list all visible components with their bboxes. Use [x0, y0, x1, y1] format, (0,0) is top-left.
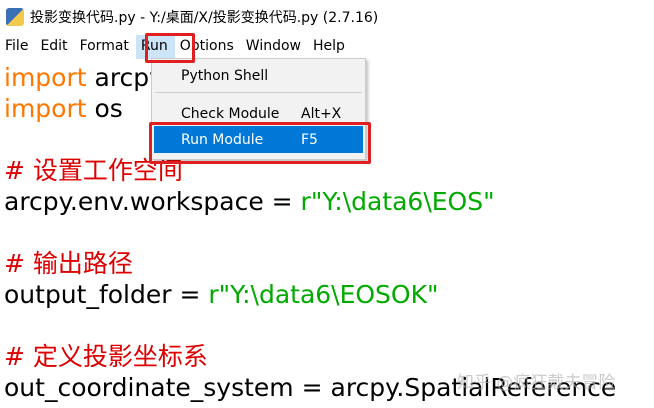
code-text: arcpy.env.workspace =	[4, 187, 301, 216]
string: r"Y:\data6\EOS"	[300, 187, 495, 216]
string: r"Y:\data6\EOSOK"	[208, 280, 439, 309]
menu-help[interactable]: Help	[308, 35, 352, 59]
window-title: 投影变换代码.py - Y:/桌面/X/投影变换代码.py (2.7.16)	[30, 10, 379, 26]
menu-window[interactable]: Window	[241, 35, 308, 59]
menu-format[interactable]: Format	[75, 35, 136, 59]
menu-item-shortcut: Alt+X	[301, 105, 342, 122]
code-text: output_folder =	[4, 280, 209, 309]
menu-separator	[155, 92, 362, 93]
menu-item-python-shell[interactable]: Python Shell	[154, 62, 363, 89]
python-file-icon	[6, 8, 24, 26]
menu-edit[interactable]: Edit	[35, 35, 74, 59]
comment: # 输出路径	[4, 249, 133, 278]
keyword: import	[4, 63, 87, 92]
highlight-box-run-module	[149, 122, 371, 164]
comment: # 定义投影坐标系	[4, 342, 208, 371]
menu-item-label: Check Module	[181, 105, 280, 122]
menu-bar: File Edit Format Run Options Window Help	[0, 35, 654, 59]
menu-file[interactable]: File	[0, 35, 35, 59]
code-text: os	[86, 94, 123, 123]
watermark: 知乎 @疯狂戴夫冒险	[457, 373, 616, 393]
keyword: import	[4, 94, 87, 123]
menu-item-label: Python Shell	[181, 67, 269, 84]
title-bar: 投影变换代码.py - Y:/桌面/X/投影变换代码.py (2.7.16)	[0, 0, 654, 34]
highlight-box-run	[145, 33, 195, 63]
